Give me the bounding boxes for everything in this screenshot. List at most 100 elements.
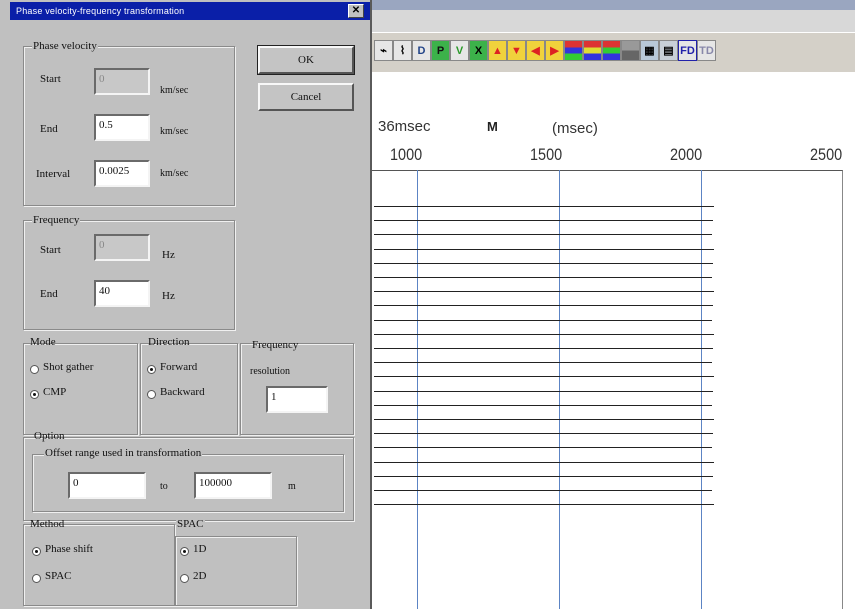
phase-velocity-dialog: Phase velocity-frequency transformation … bbox=[0, 0, 372, 609]
spac-2d-label[interactable]: 2D bbox=[193, 570, 206, 582]
right-red-icon[interactable]: ▶ bbox=[545, 40, 564, 61]
ok-button[interactable]: OK bbox=[257, 45, 355, 75]
mode-shot-gather-label[interactable]: Shot gather bbox=[43, 361, 93, 373]
direction-forward-radio[interactable] bbox=[147, 365, 156, 374]
freq-start-label: Start bbox=[40, 244, 61, 256]
plot-header-interval: 36msec bbox=[378, 118, 431, 135]
seismic-trace bbox=[374, 248, 714, 250]
seismic-trace bbox=[374, 305, 713, 307]
freq-end-input[interactable]: 40 bbox=[94, 280, 150, 307]
freq-end-unit: Hz bbox=[162, 290, 175, 302]
freq-resolution-input[interactable]: 1 bbox=[266, 386, 328, 413]
x-tick-label: 1000 bbox=[390, 145, 423, 164]
x-green-icon[interactable]: X bbox=[469, 40, 488, 61]
d-icon[interactable]: D bbox=[412, 40, 431, 61]
offset-range-label: Offset range used in transformation bbox=[44, 447, 203, 459]
seismic-trace bbox=[374, 291, 714, 293]
mode-label: Mode bbox=[30, 336, 56, 348]
pv-interval-unit: km/sec bbox=[160, 168, 189, 179]
plot-header-m: M bbox=[487, 119, 498, 134]
mode-group bbox=[23, 343, 138, 435]
wave-icon[interactable]: ⌁ bbox=[374, 40, 393, 61]
pv-interval-input[interactable]: 0.0025 bbox=[94, 160, 150, 187]
spac-2d-radio[interactable] bbox=[180, 574, 189, 583]
v-green-icon[interactable]: V bbox=[450, 40, 469, 61]
grid2-icon[interactable]: ▤ bbox=[659, 40, 678, 61]
dialog-titlebar[interactable]: Phase velocity-frequency transformation … bbox=[10, 2, 370, 20]
close-icon[interactable]: ✕ bbox=[348, 4, 364, 18]
pv-end-unit: km/sec bbox=[160, 126, 189, 137]
direction-backward-label[interactable]: Backward bbox=[160, 386, 205, 398]
seismic-trace bbox=[374, 490, 712, 491]
pv-end-label: End bbox=[40, 123, 58, 135]
seismic-trace bbox=[374, 433, 713, 435]
color-bar-2-icon[interactable] bbox=[583, 40, 602, 61]
freq-resolution-label-2: resolution bbox=[250, 366, 290, 377]
freq-start-unit: Hz bbox=[162, 249, 175, 261]
offset-to-label: to bbox=[160, 481, 168, 492]
method-spac-label[interactable]: SPAC bbox=[45, 570, 72, 582]
phase-velocity-label: Phase velocity bbox=[32, 40, 98, 52]
gray-bar-icon[interactable] bbox=[621, 40, 640, 61]
color-bar-1-icon[interactable] bbox=[564, 40, 583, 61]
seismic-trace bbox=[374, 390, 713, 392]
down-red-icon[interactable]: ▼ bbox=[507, 40, 526, 61]
grid-line bbox=[417, 170, 418, 609]
seismic-trace bbox=[374, 220, 713, 222]
option-label: Option bbox=[34, 430, 65, 442]
seismic-trace bbox=[374, 419, 714, 420]
freq-resolution-label: Frequency bbox=[252, 339, 299, 351]
spac-1d-label[interactable]: 1D bbox=[193, 543, 206, 555]
x-tick-label: 2500 bbox=[810, 145, 843, 164]
mode-shot-gather-radio[interactable] bbox=[30, 365, 39, 374]
spac-1d-radio[interactable] bbox=[180, 547, 189, 556]
fd-icon[interactable]: FD bbox=[678, 40, 697, 61]
seismic-trace bbox=[374, 475, 713, 477]
seismic-trace bbox=[374, 333, 714, 335]
color-bar-3-icon[interactable] bbox=[602, 40, 621, 61]
plot-header-unit: (msec) bbox=[552, 120, 598, 137]
cancel-button[interactable]: Cancel bbox=[258, 83, 354, 111]
direction-label: Direction bbox=[148, 336, 190, 348]
freq-end-label: End bbox=[40, 288, 58, 300]
x-tick-label: 1500 bbox=[530, 145, 563, 164]
pv-interval-label: Interval bbox=[36, 168, 71, 180]
x-tick-label: 2000 bbox=[670, 145, 703, 164]
td-icon[interactable]: TD bbox=[697, 40, 716, 61]
seismic-trace bbox=[374, 319, 712, 321]
pv-start-unit: km/sec bbox=[160, 85, 189, 96]
seismic-trace bbox=[374, 262, 713, 264]
method-phase-shift-label[interactable]: Phase shift bbox=[45, 543, 93, 555]
dialog-title: Phase velocity-frequency transformation bbox=[16, 6, 185, 16]
seismic-trace bbox=[374, 504, 714, 506]
left-red-icon[interactable]: ◀ bbox=[526, 40, 545, 61]
seismic-trace bbox=[374, 404, 712, 406]
background-toolbar: ⌁ ⌇ D P V X ▲ ▼ ◀ ▶ ▦ ▤ FD TD bbox=[372, 32, 855, 73]
mode-cmp-radio[interactable] bbox=[30, 390, 39, 399]
seismic-trace bbox=[374, 234, 712, 236]
pv-start-input[interactable]: 0 bbox=[94, 68, 150, 95]
mode-cmp-label[interactable]: CMP bbox=[43, 386, 66, 398]
frequency-label: Frequency bbox=[32, 214, 81, 226]
dialog-body: Phase velocity Start 0 km/sec End 0.5 km… bbox=[10, 20, 370, 609]
pv-end-input[interactable]: 0.5 bbox=[94, 114, 150, 141]
method-phase-shift-radio[interactable] bbox=[32, 547, 41, 556]
seismic-trace bbox=[374, 447, 712, 449]
grid-icon[interactable]: ▦ bbox=[640, 40, 659, 61]
method-spac-radio[interactable] bbox=[32, 574, 41, 583]
seismic-trace bbox=[374, 376, 714, 378]
seismic-trace bbox=[374, 348, 713, 349]
p-green-icon[interactable]: P bbox=[431, 40, 450, 61]
offset-from-input[interactable]: 0 bbox=[68, 472, 146, 499]
freq-start-input[interactable]: 0 bbox=[94, 234, 150, 261]
direction-forward-label[interactable]: Forward bbox=[160, 361, 197, 373]
seismic-trace bbox=[374, 206, 714, 207]
offset-to-input[interactable]: 100000 bbox=[194, 472, 272, 499]
seismic-trace bbox=[374, 277, 712, 278]
plot-frame bbox=[372, 170, 843, 609]
seismic-trace bbox=[374, 362, 712, 364]
method-group bbox=[23, 524, 175, 606]
up-red-icon[interactable]: ▲ bbox=[488, 40, 507, 61]
wave-alt-icon[interactable]: ⌇ bbox=[393, 40, 412, 61]
direction-backward-radio[interactable] bbox=[147, 390, 156, 399]
